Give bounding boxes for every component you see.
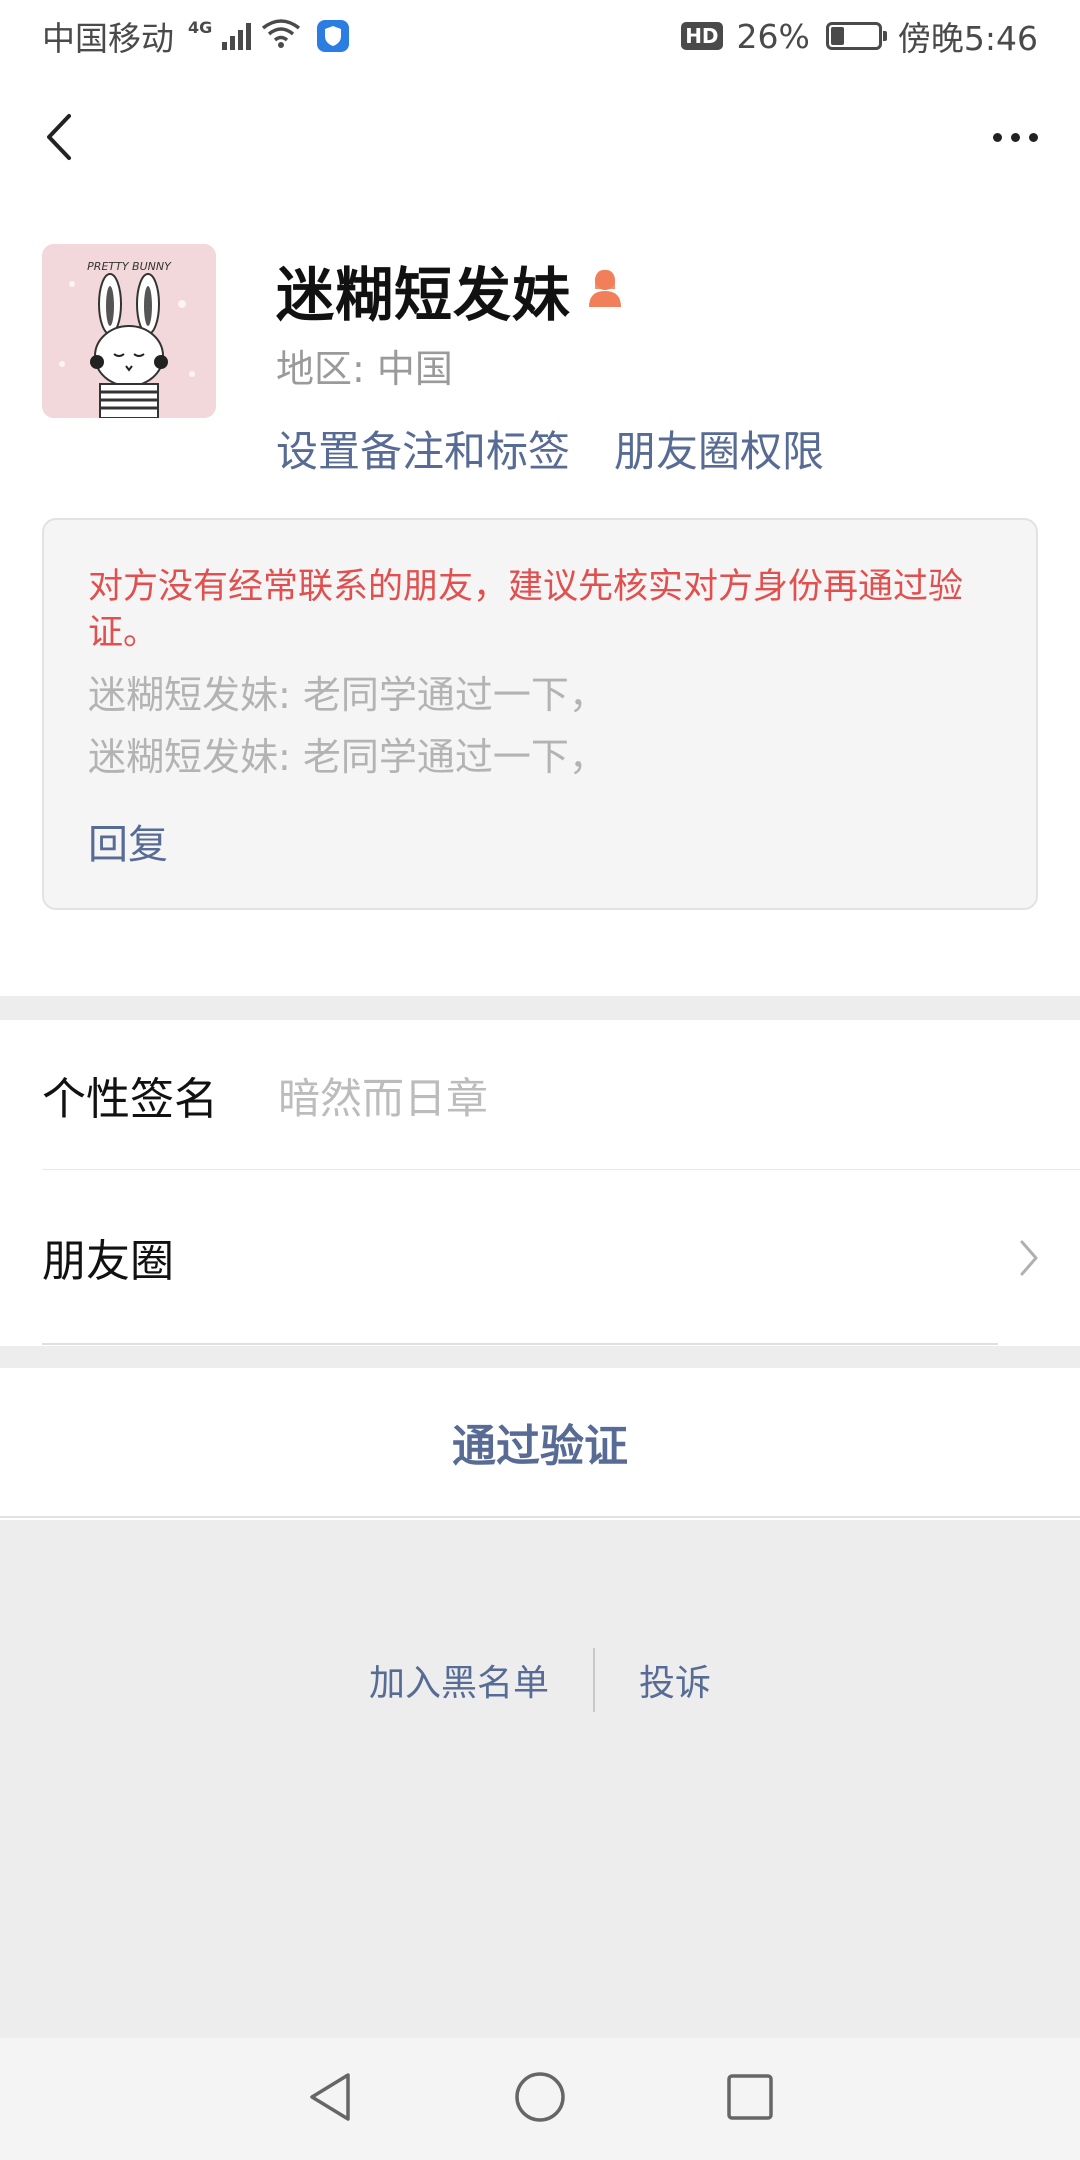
- battery-percent: 26%: [736, 16, 810, 56]
- signal-icon: [222, 22, 252, 50]
- report-link[interactable]: 投诉: [639, 1654, 711, 1706]
- network-type: 4G: [188, 17, 213, 37]
- more-options-button[interactable]: [980, 102, 1050, 172]
- action-separator: [593, 1648, 595, 1712]
- moments-label: 朋友圈: [42, 1236, 174, 1287]
- chevron-right-icon: [1018, 1238, 1040, 1282]
- section-gap: [0, 1346, 1080, 1368]
- moments-permission-link[interactable]: 朋友圈权限: [614, 418, 824, 479]
- contact-verification-page: 中国移动 4G HD 26% 傍晚5:46 PRETTY BUNNY 迷糊短发妹…: [0, 0, 1080, 2160]
- top-nav-bar: [0, 72, 1080, 202]
- region-value: 中国: [376, 347, 453, 391]
- verification-message: 迷糊短发妹: 老同学通过一下，: [88, 673, 607, 717]
- section-gap: [0, 996, 1080, 1020]
- female-user-icon: [585, 267, 625, 313]
- wifi-icon: [261, 17, 301, 56]
- add-to-blacklist-link[interactable]: 加入黑名单: [369, 1654, 549, 1706]
- region-label: 地区:: [276, 347, 365, 391]
- more-dots-icon: [992, 132, 1002, 142]
- signature-row: 个性签名 暗然而日章: [0, 1020, 1080, 1170]
- status-right: HD 26% 傍晚5:46: [681, 12, 1038, 60]
- avatar-caption: PRETTY BUNNY: [87, 260, 172, 273]
- nav-home-icon[interactable]: [514, 2071, 566, 2127]
- security-shield-icon: [317, 20, 350, 52]
- verification-message-box: 对方没有经常联系的朋友，建议先核实对方身份再通过验证。 迷糊短发妹: 老同学通过…: [42, 518, 1038, 910]
- lower-background: [0, 1520, 1080, 2038]
- approve-verification-button[interactable]: 通过验证: [0, 1368, 1080, 1518]
- reply-link[interactable]: 回复: [88, 812, 992, 870]
- contact-name: 迷糊短发妹: [276, 261, 572, 329]
- signature-label: 个性签名: [42, 1074, 218, 1125]
- hd-badge: HD: [681, 22, 723, 50]
- bottom-actions: 加入黑名单 投诉: [0, 1648, 1080, 1712]
- system-nav-bar: [0, 2038, 1080, 2160]
- avatar[interactable]: PRETTY BUNNY: [42, 244, 216, 418]
- signature-value: 暗然而日章: [278, 1073, 489, 1123]
- back-button[interactable]: [28, 102, 88, 172]
- region-text: 地区: 中国: [276, 338, 453, 393]
- verification-message: 迷糊短发妹: 老同学通过一下，: [88, 735, 607, 779]
- status-left: 中国移动 4G: [42, 12, 350, 60]
- status-bar: 中国移动 4G HD 26% 傍晚5:46: [0, 0, 1080, 72]
- battery-icon: [825, 22, 887, 50]
- divider: [42, 1343, 998, 1345]
- chevron-left-icon: [47, 114, 71, 160]
- moments-row[interactable]: 朋友圈: [0, 1170, 1080, 1344]
- carrier-name: 中国移动: [42, 19, 174, 58]
- clock: 傍晚5:46: [897, 19, 1038, 58]
- name-row: 迷糊短发妹: [276, 248, 625, 332]
- nav-back-icon[interactable]: [306, 2071, 354, 2127]
- warning-text: 对方没有经常联系的朋友，建议先核实对方身份再通过验证。: [88, 567, 964, 653]
- nav-recents-icon[interactable]: [726, 2073, 774, 2125]
- profile-links: 设置备注和标签 朋友圈权限: [276, 418, 824, 479]
- set-remark-link[interactable]: 设置备注和标签: [276, 418, 570, 479]
